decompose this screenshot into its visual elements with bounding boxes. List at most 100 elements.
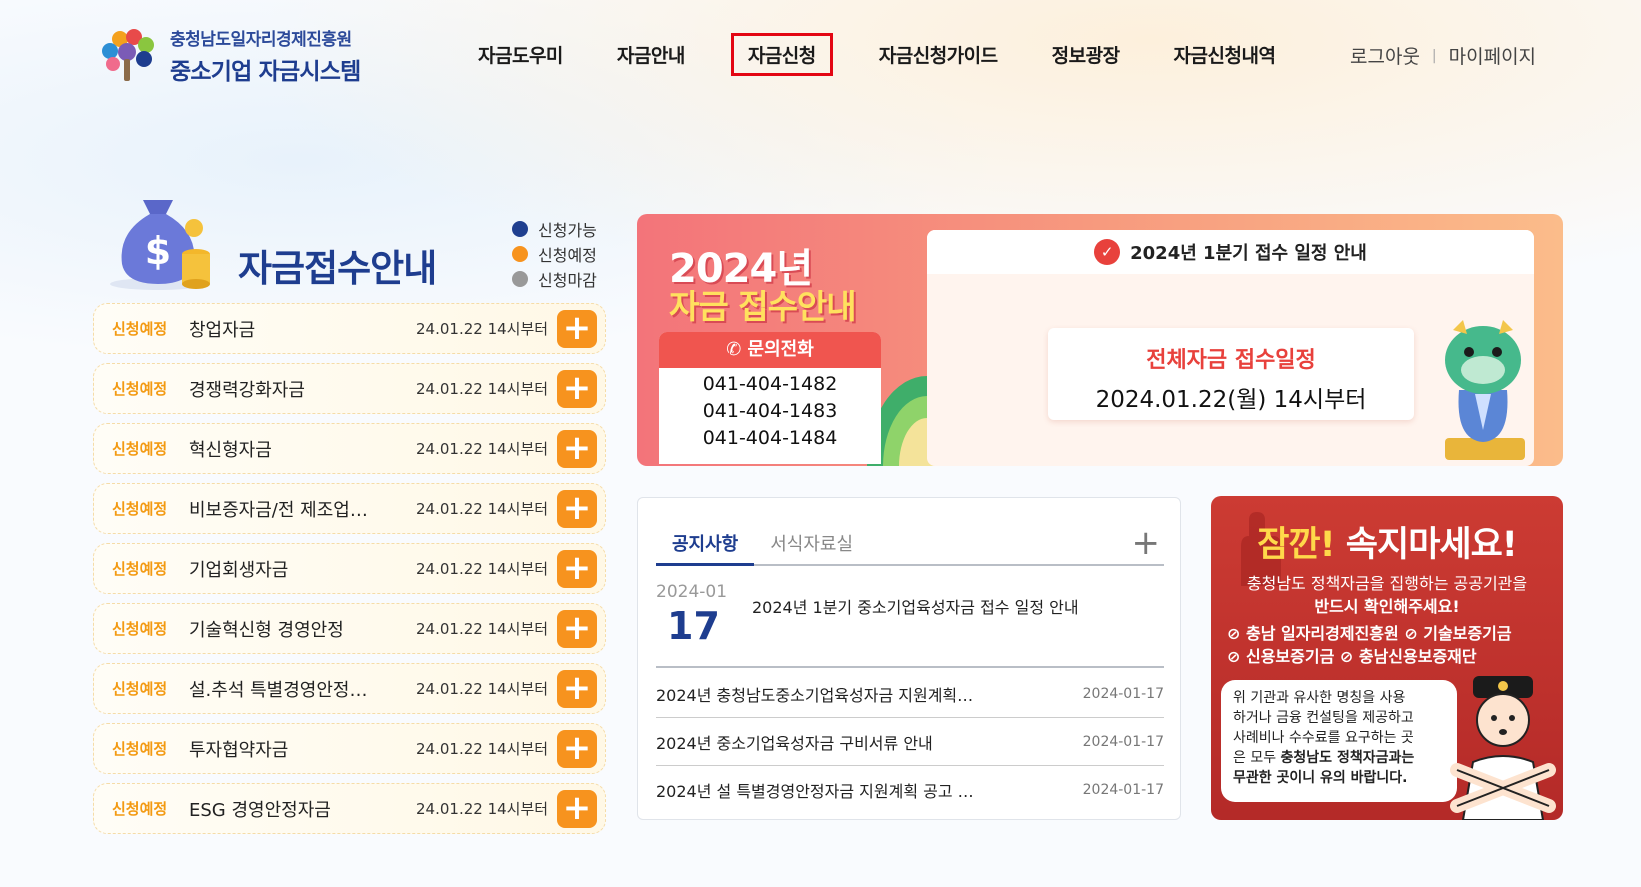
fund-item[interactable]: 신청예정 창업자금 24.01.22 14시부터 +	[93, 303, 606, 354]
notice-tabs: 공지사항 서식자료실	[656, 522, 1164, 566]
notice-date: 2024-01-17	[1082, 685, 1164, 702]
schedule-heading: 2024년 1분기 접수 일정 안내	[1130, 243, 1367, 264]
contact-box: ✆ 문의전화 041-404-1482 041-404-1483 041-404…	[659, 332, 881, 464]
fund-name: 투자협약자금	[189, 739, 289, 761]
fund-item[interactable]: 신청예정 경쟁력강화자금 24.01.22 14시부터 +	[93, 363, 606, 414]
plus-icon[interactable]: +	[557, 310, 597, 348]
notice-title: 2024년 충청남도중소기업육성자금 지원계획…	[656, 685, 974, 705]
schedule-banner[interactable]: 2024년 자금 접수안내 ✆ 문의전화 041-404-1482 041-40…	[637, 214, 1563, 466]
user-links: 로그아웃 | 마이페이지	[1350, 42, 1536, 69]
plus-icon[interactable]: +	[557, 430, 597, 468]
fund-name: 설.추석 특별경영안정…	[189, 679, 368, 701]
phone-icon: ✆	[726, 339, 748, 360]
fund-item[interactable]: 신청예정 투자협약자금 24.01.22 14시부터 +	[93, 723, 606, 774]
phone-number: 041-404-1483	[702, 400, 838, 422]
fund-status: 신청예정	[112, 380, 168, 398]
fund-item[interactable]: 신청예정 기술혁신형 경영안정 24.01.22 14시부터 +	[93, 603, 606, 654]
logout-link[interactable]: 로그아웃	[1350, 42, 1420, 69]
featured-notice[interactable]: 2024-01 17 2024년 1분기 중소기업육성자금 접수 일정 안내	[656, 582, 1164, 668]
nav-apply-history[interactable]: 자금신청내역	[1166, 37, 1284, 72]
fund-status: 신청예정	[112, 680, 168, 698]
warning-text-box: 위 기관과 유사한 명칭을 사용 하거나 금융 컨설팅을 제공하고 사례비나 수…	[1221, 680, 1457, 802]
notice-board: 공지사항 서식자료실 + 2024-01 17 2024년 1분기 중소기업육성…	[637, 497, 1181, 820]
schedule-date: 2024.01.22(월) 14시부터	[1095, 387, 1367, 413]
fund-status: 신청예정	[112, 500, 168, 518]
fund-section-title: 자금접수안내	[238, 247, 437, 290]
fund-status: 신청예정	[112, 620, 168, 638]
warning-title: 잠깐! 속지마세요!	[1257, 525, 1518, 565]
fund-name: 창업자금	[189, 319, 256, 341]
plus-icon[interactable]: +	[557, 490, 597, 528]
fund-item[interactable]: 신청예정 비보증자금/전 제조업… 24.01.22 14시부터 +	[93, 483, 606, 534]
plus-icon[interactable]: +	[557, 610, 597, 648]
fund-item[interactable]: 신청예정 설.추석 특별경영안정… 24.01.22 14시부터 +	[93, 663, 606, 714]
fund-list: 신청예정 창업자금 24.01.22 14시부터 + 신청예정 경쟁력강화자금 24.01…	[93, 303, 606, 843]
nav-fund-apply[interactable]: 자금신청	[730, 32, 833, 76]
list-item[interactable]: 2024년 설 특별경영안정자금 지원계획 공고 … 2024-01-17	[656, 766, 1164, 814]
notice-title: 2024년 설 특별경영안정자금 지원계획 공고 …	[656, 782, 974, 801]
fund-date: 24.01.22 14시부터	[416, 800, 549, 818]
fund-date: 24.01.22 14시부터	[416, 500, 549, 518]
more-plus-icon[interactable]: +	[1132, 526, 1161, 560]
plus-icon[interactable]: +	[557, 670, 597, 708]
schedule-title: 전체자금 접수일정	[1146, 348, 1316, 373]
plus-icon[interactable]: +	[557, 730, 597, 768]
notice-year-month: 2024-01	[656, 582, 728, 602]
fund-date: 24.01.22 14시부터	[416, 320, 549, 338]
tab-forms[interactable]: 서식자료실	[754, 522, 869, 564]
notice-title: 2024년 중소기업육성자금 구비서류 안내	[656, 733, 933, 753]
site-logo[interactable]: 충청남도일자리경제진흥원 중소기업 자금시스템	[94, 26, 394, 85]
fund-date: 24.01.22 14시부터	[416, 560, 549, 578]
phone-number: 041-404-1484	[702, 427, 838, 449]
fund-item[interactable]: 신청예정 혁신형자금 24.01.22 14시부터 +	[93, 423, 606, 474]
plus-icon[interactable]: +	[557, 370, 597, 408]
fund-name: 혁신형자금	[189, 439, 272, 461]
fund-date: 24.01.22 14시부터	[416, 620, 549, 638]
legend-scheduled: 신청예정	[512, 241, 597, 266]
logo-title: 중소기업 자금시스템	[170, 58, 361, 85]
svg-text:$: $	[145, 229, 171, 273]
list-item[interactable]: 2024년 충청남도중소기업육성자금 지원계획… 2024-01-17	[656, 670, 1164, 718]
plus-icon[interactable]: +	[557, 550, 597, 588]
plus-icon[interactable]: +	[557, 790, 597, 828]
nav-apply-guide[interactable]: 자금신청가이드	[871, 37, 1006, 72]
scam-warning-banner[interactable]: 잠깐! 속지마세요! 충청남도 정책자금을 집행하는 공공기관을 반드시 확인해…	[1211, 496, 1563, 820]
logo-subtitle: 충청남도일자리경제진흥원	[170, 29, 352, 50]
fund-name: 기술혁신형 경영안정	[189, 619, 344, 641]
legend-closed: 신청마감	[512, 266, 597, 291]
tab-notice[interactable]: 공지사항	[656, 522, 755, 566]
fund-status: 신청예정	[112, 740, 168, 758]
contact-label: 문의전화	[747, 339, 814, 360]
notice-title: 2024년 1분기 중소기업육성자금 접수 일정 안내	[752, 598, 1079, 617]
notice-date: 2024-01-17	[1082, 733, 1164, 750]
list-item[interactable]: 2024년 중소기업육성자금 구비서류 안내 2024-01-17	[656, 718, 1164, 766]
fund-item[interactable]: 신청예정 ESG 경영안정자금 24.01.22 14시부터 +	[93, 783, 606, 834]
notice-list: 2024년 충청남도중소기업육성자금 지원계획… 2024-01-17 2024년…	[656, 670, 1164, 814]
banner-subtitle: 자금 접수안내	[669, 287, 857, 326]
legend-dot	[512, 270, 528, 287]
schedule-card: ✓ 2024년 1분기 접수 일정 안내 전체자금 접수일정 2024.01.22…	[927, 230, 1534, 466]
phone-number: 041-404-1482	[702, 373, 838, 395]
mypage-link[interactable]: 마이페이지	[1449, 42, 1536, 69]
fund-item[interactable]: 신청예정 기업회생자금 24.01.22 14시부터 +	[93, 543, 606, 594]
fund-date: 24.01.22 14시부터	[416, 680, 549, 698]
nav-info-plaza[interactable]: 정보광장	[1044, 37, 1128, 72]
guard-character-icon	[1450, 676, 1556, 820]
nav-fund-info[interactable]: 자금안내	[609, 37, 693, 72]
warning-subtitle: 충청남도 정책자금을 집행하는 공공기관을	[1246, 574, 1528, 593]
separator: |	[1431, 47, 1437, 64]
warning-emphasis: 반드시 확인해주세요!	[1314, 597, 1460, 616]
fund-status: 신청예정	[112, 560, 168, 578]
fund-name: 비보증자금/전 제조업…	[189, 499, 368, 521]
fund-name: 경쟁력강화자금	[189, 379, 305, 401]
fund-status: 신청예정	[112, 320, 168, 338]
dragon-mascot-icon	[1445, 320, 1525, 460]
fund-status: 신청예정	[112, 440, 168, 458]
official-orgs: ⊘ 충남 일자리경제진흥원 ⊘ 기술보증기금 ⊘ 신용보증기금 ⊘ 충남신용보증…	[1227, 624, 1512, 666]
schedule-box: 전체자금 접수일정 2024.01.22(월) 14시부터	[1048, 328, 1414, 420]
main-nav: 자금도우미 자금안내 자금신청 자금신청가이드 정보광장 자금신청내역	[470, 32, 1321, 76]
notice-day: 17	[667, 604, 720, 648]
fund-name: 기업회생자금	[189, 559, 289, 581]
legend-dot	[512, 245, 528, 262]
nav-fund-helper[interactable]: 자금도우미	[470, 37, 571, 72]
